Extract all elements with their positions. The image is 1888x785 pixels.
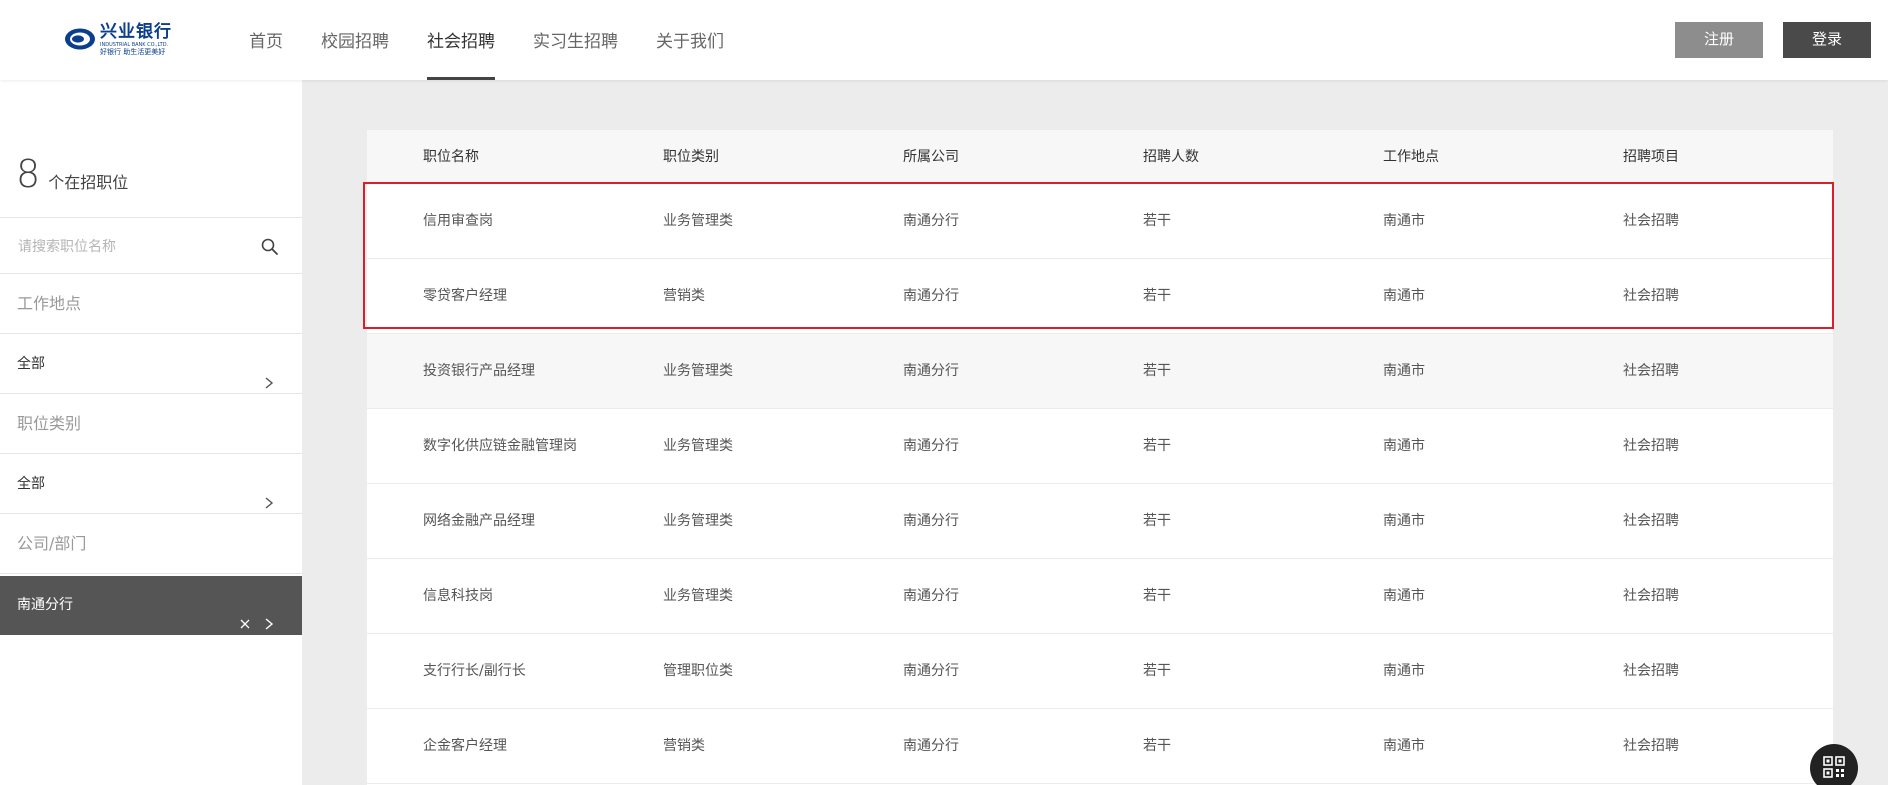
nav-home[interactable]: 首页 (249, 0, 283, 80)
job-count-number: 8 (16, 152, 41, 196)
job-project: 社会招聘 (1623, 588, 1679, 604)
job-project: 社会招聘 (1623, 213, 1679, 229)
job-location: 南通市 (1383, 288, 1425, 304)
job-headcount: 若干 (1143, 438, 1171, 454)
job-category: 业务管理类 (663, 438, 733, 454)
location-filter-option[interactable]: 全部 (0, 335, 302, 394)
nav-social-recruitment[interactable]: 社会招聘 (427, 0, 495, 80)
qr-code-icon (1823, 756, 1845, 778)
close-icon[interactable] (238, 598, 252, 629)
job-title[interactable]: 信用审查岗 (423, 184, 493, 259)
column-header-project: 招聘项目 (1623, 149, 1679, 165)
job-company: 南通分行 (903, 438, 959, 454)
nav-intern-recruitment[interactable]: 实习生招聘 (533, 0, 618, 80)
table-header: 职位名称 职位类别 所属公司 招聘人数 工作地点 招聘项目 (367, 130, 1833, 184)
job-location: 南通市 (1383, 363, 1425, 379)
job-company: 南通分行 (903, 363, 959, 379)
job-project: 社会招聘 (1623, 663, 1679, 679)
job-title[interactable]: 投资银行产品经理 (423, 334, 535, 409)
job-location: 南通市 (1383, 513, 1425, 529)
location-filter-value: 全部 (17, 356, 45, 372)
job-category: 营销类 (663, 288, 705, 304)
job-category: 业务管理类 (663, 513, 733, 529)
category-filter-title: 职位类别 (0, 394, 302, 454)
job-project: 社会招聘 (1623, 438, 1679, 454)
company-filter-value: 南通分行 (17, 597, 73, 613)
location-filter-title: 工作地点 (0, 274, 302, 334)
job-category: 业务管理类 (663, 213, 733, 229)
job-category: 管理职位类 (663, 663, 733, 679)
nav-about-us[interactable]: 关于我们 (656, 0, 724, 80)
search-icon[interactable] (260, 237, 280, 257)
column-header-headcount: 招聘人数 (1143, 149, 1199, 165)
company-filter-option[interactable]: 南通分行 (0, 576, 302, 635)
table-row[interactable]: 信息科技岗 业务管理类 南通分行 若干 南通市 社会招聘 (367, 559, 1833, 634)
qr-code-button[interactable] (1810, 744, 1858, 785)
table-row[interactable]: 支行行长/副行长 管理职位类 南通分行 若干 南通市 社会招聘 (367, 634, 1833, 709)
job-headcount: 若干 (1143, 288, 1171, 304)
category-filter-value: 全部 (17, 476, 45, 492)
job-headcount: 若干 (1143, 738, 1171, 754)
job-search-input[interactable] (18, 235, 238, 259)
column-header-location: 工作地点 (1383, 149, 1439, 165)
table-row[interactable]: 网络金融产品经理 业务管理类 南通分行 若干 南通市 社会招聘 (367, 484, 1833, 559)
login-button[interactable]: 登录 (1783, 22, 1871, 58)
company-filter-title: 公司/部门 (0, 514, 302, 574)
job-category: 营销类 (663, 738, 705, 754)
job-headcount: 若干 (1143, 363, 1171, 379)
job-title[interactable]: 支行行长/副行长 (423, 634, 526, 709)
category-filter-option[interactable]: 全部 (0, 455, 302, 514)
table-row[interactable]: 企金客户经理 营销类 南通分行 若干 南通市 社会招聘 (367, 709, 1833, 784)
job-title[interactable]: 企金客户经理 (423, 709, 507, 784)
job-company: 南通分行 (903, 213, 959, 229)
bank-logo-icon (64, 27, 96, 51)
top-header: 兴业银行 INDUSTRIAL BANK CO.,LTD. 好银行 助生活更美好… (0, 0, 1888, 80)
job-company: 南通分行 (903, 588, 959, 604)
job-project: 社会招聘 (1623, 363, 1679, 379)
job-title[interactable]: 零贷客户经理 (423, 259, 507, 334)
search-bar (0, 219, 302, 274)
job-headcount: 若干 (1143, 213, 1171, 229)
job-company: 南通分行 (903, 288, 959, 304)
bank-logo[interactable]: 兴业银行 INDUSTRIAL BANK CO.,LTD. 好银行 助生活更美好 (64, 20, 176, 58)
bank-name-cn: 兴业银行 (100, 21, 172, 42)
job-location: 南通市 (1383, 663, 1425, 679)
job-location: 南通市 (1383, 438, 1425, 454)
table-row[interactable]: 信用审查岗 业务管理类 南通分行 若干 南通市 社会招聘 (367, 184, 1833, 259)
job-title[interactable]: 数字化供应链金融管理岗 (423, 409, 577, 484)
job-headcount: 若干 (1143, 663, 1171, 679)
bank-slogan: 好银行 助生活更美好 (100, 47, 166, 56)
job-title[interactable]: 网络金融产品经理 (423, 484, 535, 559)
job-project: 社会招聘 (1623, 288, 1679, 304)
job-location: 南通市 (1383, 213, 1425, 229)
job-location: 南通市 (1383, 588, 1425, 604)
main-nav: 首页 校园招聘 社会招聘 实习生招聘 关于我们 (230, 0, 743, 80)
table-row[interactable]: 零贷客户经理 营销类 南通分行 若干 南通市 社会招聘 (367, 259, 1833, 334)
job-location: 南通市 (1383, 738, 1425, 754)
column-header-title: 职位名称 (423, 149, 479, 165)
job-title[interactable]: 信息科技岗 (423, 559, 493, 634)
chevron-right-icon (262, 477, 276, 509)
job-headcount: 若干 (1143, 588, 1171, 604)
chevron-right-icon (262, 357, 276, 389)
job-count: 8 个在招职位 (0, 152, 302, 218)
register-button[interactable]: 注册 (1675, 22, 1763, 58)
table-row[interactable]: 数字化供应链金融管理岗 业务管理类 南通分行 若干 南通市 社会招聘 (367, 409, 1833, 484)
column-header-company: 所属公司 (903, 149, 959, 165)
job-category: 业务管理类 (663, 363, 733, 379)
job-table: 职位名称 职位类别 所属公司 招聘人数 工作地点 招聘项目 信用审查岗 业务管理… (367, 130, 1833, 785)
job-project: 社会招聘 (1623, 513, 1679, 529)
job-project: 社会招聘 (1623, 738, 1679, 754)
job-category: 业务管理类 (663, 588, 733, 604)
job-count-label: 个在招职位 (48, 173, 129, 192)
nav-campus-recruitment[interactable]: 校园招聘 (321, 0, 389, 80)
column-header-category: 职位类别 (663, 149, 719, 165)
job-headcount: 若干 (1143, 513, 1171, 529)
job-company: 南通分行 (903, 663, 959, 679)
chevron-right-icon (262, 598, 276, 630)
job-company: 南通分行 (903, 738, 959, 754)
table-row[interactable]: 投资银行产品经理 业务管理类 南通分行 若干 南通市 社会招聘 (367, 334, 1833, 409)
filter-sidebar: 8 个在招职位 工作地点 全部 职位类别 全部 公司/部门 南通分行 (0, 80, 302, 785)
job-company: 南通分行 (903, 513, 959, 529)
